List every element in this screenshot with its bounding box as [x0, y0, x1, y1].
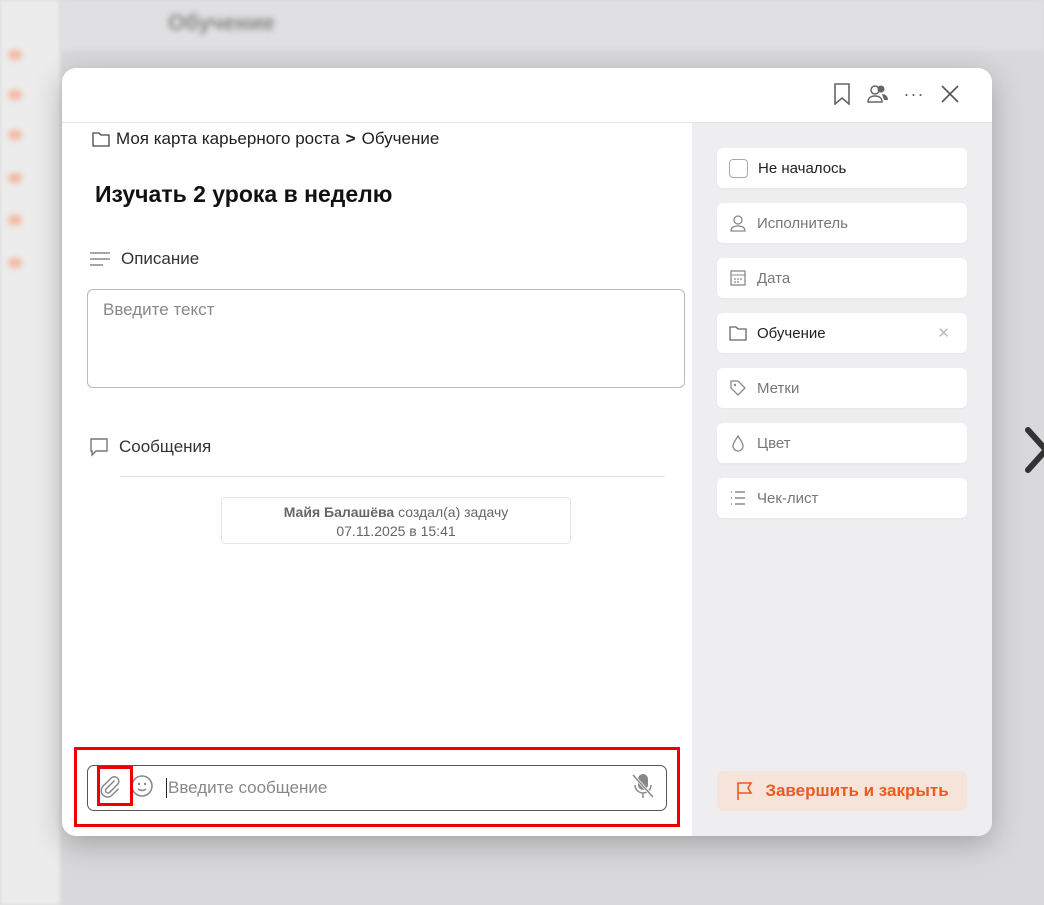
message-composer: Введите сообщение: [87, 765, 667, 811]
breadcrumb-parent[interactable]: Моя карта карьерного роста: [116, 129, 340, 149]
assignee-field[interactable]: Исполнитель: [717, 203, 967, 243]
next-chevron-icon[interactable]: [1022, 425, 1044, 475]
tags-label: Метки: [757, 380, 799, 397]
background-icon: [8, 258, 22, 268]
user-icon: [729, 214, 747, 232]
bookmark-icon[interactable]: [830, 82, 854, 106]
date-label: Дата: [757, 270, 790, 287]
background-icon: [8, 50, 22, 60]
checklist-icon: [729, 489, 747, 507]
date-field[interactable]: Дата: [717, 258, 967, 298]
finish-and-close-button[interactable]: Завершить и закрыть: [717, 771, 967, 811]
chat-icon: [89, 437, 109, 457]
more-icon[interactable]: ···: [902, 82, 926, 106]
folder-icon: [729, 325, 747, 341]
mic-off-icon[interactable]: [630, 772, 656, 805]
task-modal: ··· Моя карта карьерного роста > Обучени…: [62, 68, 992, 836]
folder-icon: [92, 131, 110, 147]
participants-icon[interactable]: [866, 82, 890, 106]
breadcrumb-separator: >: [346, 129, 356, 149]
task-main: Моя карта карьерного роста > Обучение Из…: [62, 123, 692, 836]
description-label: Описание: [121, 249, 199, 269]
message-input[interactable]: Введите сообщение: [166, 778, 630, 798]
background-icon: [8, 90, 22, 100]
activity-log-item: Майя Балашёва создал(а) задачу 07.11.202…: [221, 497, 571, 544]
clear-project-icon[interactable]: ✕: [937, 324, 950, 342]
background-icon: [8, 173, 22, 183]
close-icon[interactable]: [938, 82, 962, 106]
breadcrumb: Моя карта карьерного роста > Обучение: [92, 129, 439, 149]
calendar-icon: [729, 269, 747, 287]
drop-icon: [729, 434, 747, 452]
log-datetime: 07.11.2025 в 15:41: [222, 522, 570, 541]
color-field[interactable]: Цвет: [717, 423, 967, 463]
background-page-title: Обучение: [168, 10, 275, 36]
log-author: Майя Балашёва: [284, 504, 394, 520]
log-action: создал(а) задачу: [398, 504, 508, 520]
breadcrumb-current[interactable]: Обучение: [362, 129, 440, 149]
assignee-label: Исполнитель: [757, 215, 848, 232]
description-section: Описание: [89, 249, 199, 269]
emoji-icon[interactable]: [130, 774, 154, 803]
background-icon: [8, 215, 22, 225]
tag-icon: [729, 379, 747, 397]
task-title[interactable]: Изучать 2 урока в неделю: [95, 181, 392, 208]
divider: [120, 476, 665, 477]
attach-icon[interactable]: [98, 774, 122, 803]
description-input[interactable]: Введите текст: [87, 289, 685, 388]
checklist-field[interactable]: Чек-лист: [717, 478, 967, 518]
messages-label: Сообщения: [119, 437, 211, 457]
finish-label: Завершить и закрыть: [765, 781, 948, 801]
task-properties-panel: Не началось Исполнитель Дата Обучение ✕ М…: [692, 123, 992, 836]
color-label: Цвет: [757, 435, 791, 452]
background-icon: [8, 130, 22, 140]
modal-header: ···: [62, 68, 992, 123]
status-field[interactable]: Не началось: [717, 148, 967, 188]
flag-icon: [735, 781, 755, 801]
checklist-label: Чек-лист: [757, 490, 818, 507]
project-label: Обучение: [757, 325, 826, 342]
text-lines-icon: [89, 250, 111, 268]
status-label: Не началось: [758, 160, 846, 177]
project-field[interactable]: Обучение ✕: [717, 313, 967, 353]
messages-section: Сообщения: [89, 437, 211, 457]
tags-field[interactable]: Метки: [717, 368, 967, 408]
status-checkbox[interactable]: [729, 159, 748, 178]
